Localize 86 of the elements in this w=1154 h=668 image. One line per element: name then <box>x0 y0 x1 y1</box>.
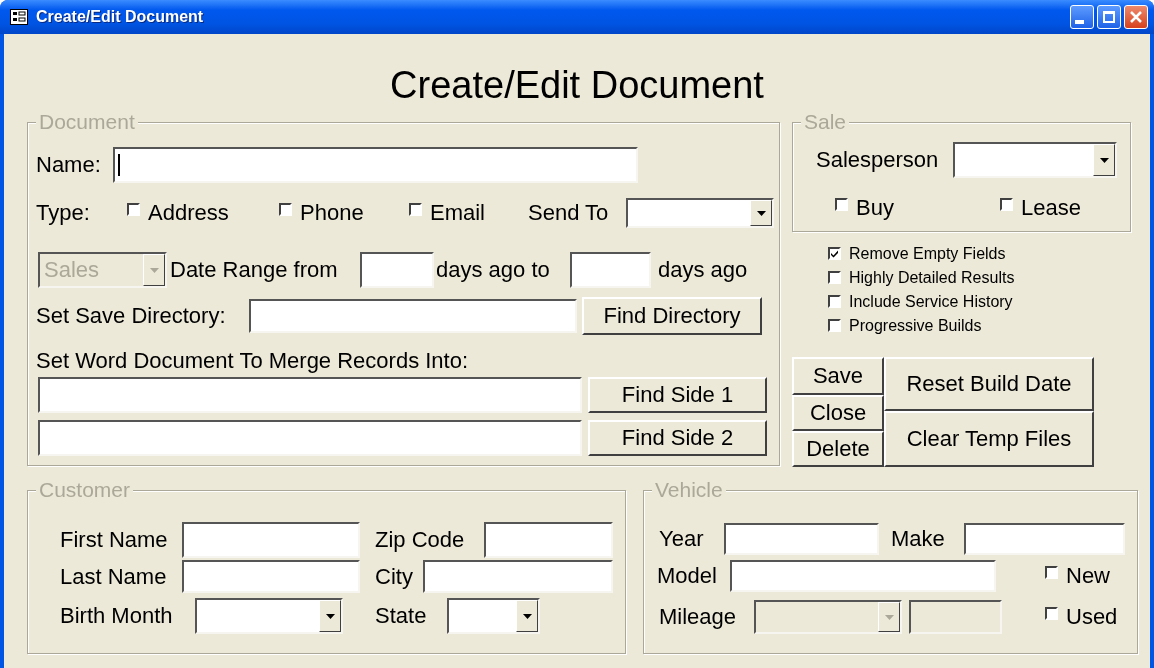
field-label: Zip Code <box>375 527 466 553</box>
field-label: Set Word Document To Merge Records Into: <box>36 348 470 374</box>
checkbox-label: New <box>1066 563 1110 589</box>
field-label: Birth Month <box>60 603 174 629</box>
dropdown-button[interactable] <box>750 200 772 226</box>
dropdown-arrow-icon <box>756 210 766 216</box>
text-field[interactable] <box>249 299 577 333</box>
text-field[interactable] <box>38 377 582 413</box>
form-heading: Create/Edit Document <box>389 64 765 106</box>
checkbox[interactable] <box>1045 566 1058 579</box>
checkbox-label: Highly Detailed Results <box>849 269 1015 287</box>
field-label: Mileage <box>659 604 738 630</box>
maximize-button[interactable] <box>1097 5 1121 29</box>
checkbox[interactable] <box>828 271 841 284</box>
text-field[interactable] <box>182 522 360 558</box>
dropdown-button[interactable] <box>516 600 538 632</box>
dropdown-arrow-icon <box>1099 157 1109 163</box>
close-icon <box>1128 9 1144 25</box>
checkbox-label: Address <box>148 200 229 226</box>
form-icon <box>10 9 28 25</box>
dropdown-arrow-icon <box>884 614 894 620</box>
minimize-icon <box>1075 20 1084 24</box>
checkbox[interactable] <box>835 198 848 211</box>
field-label: Year <box>659 526 705 552</box>
field-label: Make <box>891 526 946 552</box>
field-label: First Name <box>60 527 169 553</box>
maximize-icon <box>1101 9 1117 25</box>
field-label: Name: <box>36 152 102 178</box>
action-button[interactable]: Close <box>792 395 884 431</box>
action-button[interactable]: Reset Build Date <box>884 357 1094 411</box>
field-label: days ago <box>658 257 749 283</box>
checkbox-label: Lease <box>1021 195 1081 221</box>
checkbox[interactable] <box>828 319 841 332</box>
checkbox[interactable] <box>1000 198 1013 211</box>
dropdown-field[interactable] <box>195 598 343 634</box>
text-field[interactable] <box>182 560 360 593</box>
field-label: City <box>375 563 414 590</box>
checkbox[interactable] <box>828 247 841 260</box>
checkbox[interactable] <box>1045 607 1058 620</box>
dropdown-arrow-icon <box>522 613 532 619</box>
minimize-button[interactable] <box>1070 5 1094 29</box>
text-field[interactable] <box>570 252 651 288</box>
text-field[interactable] <box>484 522 613 558</box>
checkbox[interactable] <box>409 203 422 216</box>
field-label: State <box>375 603 428 629</box>
close-button[interactable] <box>1124 5 1148 29</box>
action-button[interactable]: Delete <box>792 431 884 467</box>
field-label: Set Save Directory: <box>36 303 227 329</box>
text-field[interactable] <box>423 560 613 593</box>
field-label: Model <box>657 563 718 589</box>
action-button[interactable]: Find Side 1 <box>588 377 767 413</box>
checkbox-label: Remove Empty Fields <box>849 245 1006 263</box>
text-field[interactable] <box>730 560 996 592</box>
dropdown-field[interactable] <box>953 142 1117 178</box>
window-title: Create/Edit Document <box>36 8 205 26</box>
text-field[interactable] <box>38 420 582 456</box>
dropdown-field[interactable] <box>626 198 774 228</box>
dropdown-arrow-icon <box>325 613 335 619</box>
action-button[interactable]: Clear Temp Files <box>884 411 1094 467</box>
text-field[interactable] <box>909 600 1002 634</box>
text-field[interactable] <box>964 523 1125 555</box>
field-label: days ago to <box>436 257 551 283</box>
action-button[interactable]: Save <box>792 357 884 395</box>
action-button[interactable]: Find Directory <box>582 297 762 335</box>
checkbox-label: Include Service History <box>849 293 1013 311</box>
checkbox[interactable] <box>828 295 841 308</box>
checkbox-label: Buy <box>856 195 894 221</box>
checkbox-label: Progressive Builds <box>849 317 982 335</box>
dropdown-button[interactable] <box>319 600 341 632</box>
field-label: Salesperson <box>816 147 940 173</box>
field-label: Type: <box>36 200 91 226</box>
checkbox-label: Phone <box>300 200 364 226</box>
dropdown-field[interactable] <box>447 598 540 634</box>
dropdown-button[interactable] <box>1093 144 1115 176</box>
checkbox[interactable] <box>279 203 292 216</box>
field-label: Send To <box>528 200 610 226</box>
text-field[interactable] <box>724 523 879 555</box>
dropdown-arrow-icon <box>149 267 159 273</box>
field-label: Date Range from <box>170 257 339 283</box>
checkbox[interactable] <box>127 203 140 216</box>
action-button[interactable]: Find Side 2 <box>588 420 767 456</box>
text-field[interactable] <box>113 147 638 183</box>
field-label: Last Name <box>60 563 168 590</box>
text-field[interactable] <box>360 252 434 288</box>
checkbox-label: Email <box>430 200 485 226</box>
checkbox-label: Used <box>1066 604 1118 630</box>
